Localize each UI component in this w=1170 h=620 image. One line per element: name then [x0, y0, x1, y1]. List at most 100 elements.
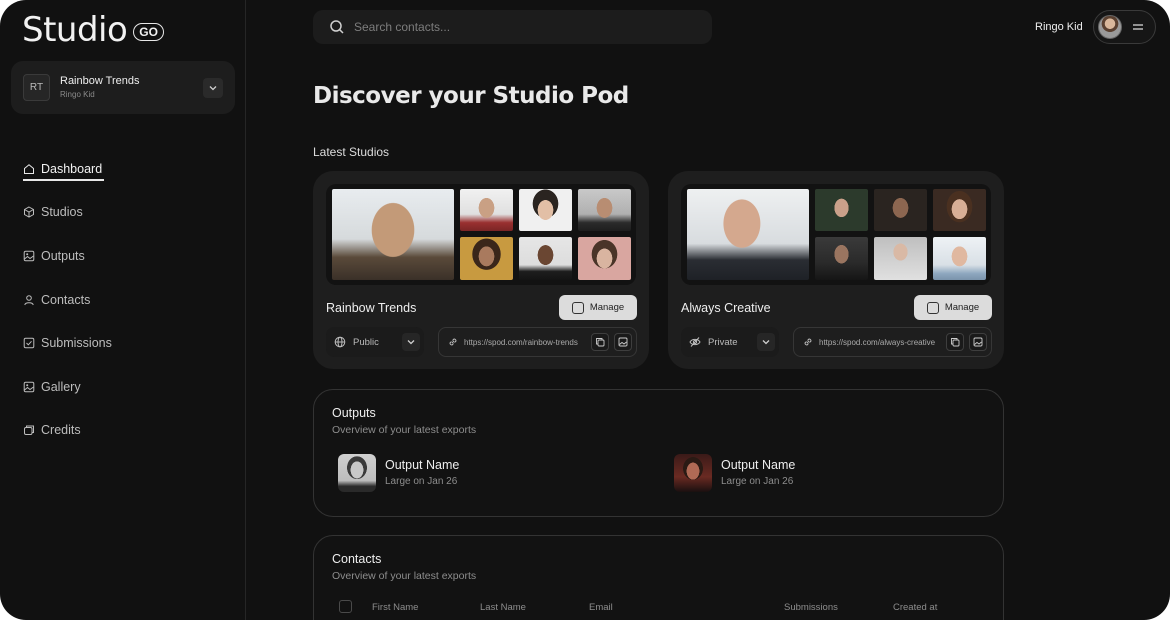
image-icon — [618, 337, 628, 347]
studio-photo — [874, 189, 927, 231]
studio-photo — [933, 189, 986, 231]
settings-icon — [926, 301, 939, 314]
outputs-panel: Outputs Overview of your latest exports … — [313, 389, 1004, 517]
studio-photo — [578, 189, 631, 231]
chevron-down-icon — [762, 340, 770, 345]
contacts-subtitle: Overview of your latest exports — [332, 570, 477, 582]
workspace-chevron-button[interactable] — [203, 78, 223, 98]
user-menu-button[interactable] — [1093, 10, 1156, 44]
manage-button-label: Manage — [589, 302, 625, 313]
studio-photo-gallery[interactable] — [681, 184, 991, 285]
sidebar-item-label: Credits — [41, 423, 81, 437]
output-name: Output Name — [721, 458, 796, 472]
sidebar-item-gallery[interactable]: Gallery — [23, 377, 81, 397]
studio-card: Always Creative Manage Private https://s… — [668, 171, 1004, 369]
copy-icon — [596, 338, 605, 347]
column-header-submissions[interactable]: Submissions — [784, 602, 838, 613]
studio-link-field[interactable]: https://spod.com/rainbow-trends — [438, 327, 637, 357]
column-header-last-name[interactable]: Last Name — [480, 602, 526, 613]
search-bar[interactable] — [313, 10, 712, 44]
sidebar-item-submissions[interactable]: Submissions — [23, 333, 112, 353]
studio-photo — [578, 237, 631, 280]
search-input[interactable] — [354, 20, 694, 34]
column-header-first-name[interactable]: First Name — [372, 602, 418, 613]
column-header-email[interactable]: Email — [589, 602, 613, 613]
sidebar-item-studios[interactable]: Studios — [23, 202, 83, 222]
sidebar-item-label: Studios — [41, 205, 83, 219]
output-thumbnail — [338, 454, 376, 492]
sidebar-item-label: Submissions — [41, 336, 112, 350]
active-indicator — [23, 179, 104, 181]
contacts-panel: Contacts Overview of your latest exports… — [313, 535, 1004, 620]
app-window: Studio GO RT Rainbow Trends Ringo Kid Da… — [0, 0, 1170, 620]
studio-photo-main — [687, 189, 809, 280]
sidebar: Studio GO RT Rainbow Trends Ringo Kid Da… — [0, 0, 246, 620]
studio-link-field[interactable]: https://spod.com/always-creative — [793, 327, 992, 357]
latest-studios-label: Latest Studios — [313, 145, 390, 159]
studio-link-text: https://spod.com/rainbow-trends — [464, 337, 578, 347]
studio-photo — [460, 189, 513, 231]
visibility-chevron[interactable] — [757, 333, 775, 351]
manage-button[interactable]: Manage — [559, 295, 637, 320]
avatar — [1098, 15, 1122, 39]
page-title: Discover your Studio Pod — [313, 83, 629, 109]
sidebar-item-credits[interactable]: Credits — [23, 420, 81, 440]
gallery-icon — [23, 381, 35, 393]
studio-photo — [519, 189, 572, 231]
studio-photo — [460, 237, 513, 280]
visibility-select[interactable]: Public — [326, 327, 424, 357]
studio-photo-main — [332, 189, 454, 280]
studio-photo — [815, 237, 868, 280]
sidebar-item-label: Dashboard — [41, 162, 103, 176]
studio-photo — [519, 237, 572, 280]
outputs-subtitle: Overview of your latest exports — [332, 424, 477, 436]
visibility-label: Private — [708, 336, 738, 348]
sidebar-item-contacts[interactable]: Contacts — [23, 290, 90, 310]
sidebar-item-label: Outputs — [41, 249, 85, 263]
workspace-avatar: RT — [23, 74, 50, 101]
copy-icon — [951, 338, 960, 347]
outputs-title: Outputs — [332, 406, 376, 420]
output-meta: Large on Jan 26 — [385, 476, 458, 487]
cube-icon — [24, 206, 34, 218]
workspace-owner: Ringo Kid — [60, 90, 95, 99]
search-icon — [330, 20, 344, 34]
studio-link-text: https://spod.com/always-creative — [819, 337, 936, 347]
select-all-checkbox[interactable] — [339, 600, 352, 613]
sidebar-item-outputs[interactable]: Outputs — [23, 246, 85, 266]
logo-text: Studio — [22, 10, 128, 50]
home-icon — [24, 164, 34, 174]
image-icon — [23, 250, 35, 262]
studio-photo — [815, 189, 868, 231]
contacts-title: Contacts — [332, 552, 382, 566]
sidebar-item-label: Gallery — [41, 380, 81, 394]
studio-photo — [933, 237, 986, 280]
globe-icon — [334, 336, 346, 348]
check-square-icon — [23, 337, 35, 349]
image-icon — [973, 337, 983, 347]
credits-icon — [24, 425, 34, 435]
copy-link-button[interactable] — [946, 333, 964, 351]
studio-photo — [874, 237, 927, 280]
open-gallery-button[interactable] — [969, 333, 987, 351]
copy-link-button[interactable] — [591, 333, 609, 351]
manage-button[interactable]: Manage — [914, 295, 992, 320]
visibility-select[interactable]: Private — [681, 327, 779, 357]
studio-photo-gallery[interactable] — [326, 184, 636, 285]
link-icon — [804, 338, 812, 346]
manage-button-label: Manage — [944, 302, 980, 313]
logo[interactable]: Studio GO — [22, 10, 164, 50]
user-icon — [24, 295, 34, 306]
workspace-switcher[interactable]: RT Rainbow Trends Ringo Kid — [11, 61, 235, 114]
column-header-created-at[interactable]: Created at — [893, 602, 937, 613]
menu-icon — [1133, 24, 1143, 30]
visibility-chevron[interactable] — [402, 333, 420, 351]
visibility-label: Public — [353, 336, 379, 348]
chevron-down-icon — [209, 86, 217, 91]
sidebar-item-label: Contacts — [41, 293, 91, 307]
open-gallery-button[interactable] — [614, 333, 632, 351]
sidebar-item-dashboard[interactable]: Dashboard — [23, 159, 104, 181]
output-name: Output Name — [385, 458, 460, 472]
eye-off-icon — [689, 337, 701, 347]
studio-name: Always Creative — [681, 301, 771, 315]
